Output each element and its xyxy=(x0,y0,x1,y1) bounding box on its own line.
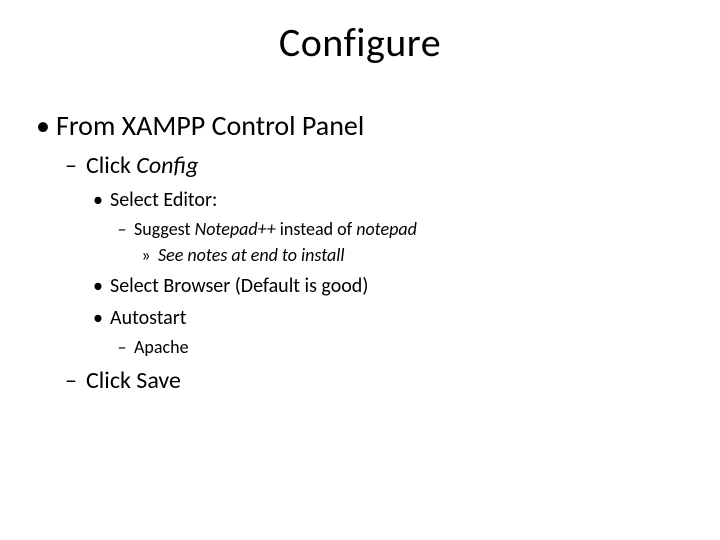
text-emphasis: Config xyxy=(136,151,198,180)
bullet-lvl3: • Select Browser (Default is good) xyxy=(30,274,690,298)
text: Apache xyxy=(134,336,189,358)
text-part: instead of xyxy=(280,218,356,240)
dash-icon: – xyxy=(110,218,134,240)
text: From XAMPP Control Panel xyxy=(56,108,364,143)
dash-icon: – xyxy=(56,366,86,395)
bullet-lvl2: – Click Config xyxy=(30,151,690,180)
bullet-lvl4: – Apache xyxy=(30,336,690,358)
text-emphasis: Notepad++ xyxy=(195,218,280,240)
text: Suggest Notepad++ instead of notepad xyxy=(134,218,417,240)
bullet-lvl3: • Autostart xyxy=(30,306,690,330)
text-emphasis: See notes at end to install xyxy=(158,244,345,266)
dash-icon: – xyxy=(110,336,134,358)
bullet-lvl2: – Click Save xyxy=(30,366,690,395)
text-emphasis: notepad xyxy=(356,218,417,240)
disc-icon: • xyxy=(86,274,110,298)
disc-icon: • xyxy=(30,108,56,143)
text: Click Config xyxy=(86,151,199,180)
slide-title: Configure xyxy=(0,18,720,67)
text: Click Save xyxy=(86,366,181,395)
dash-icon: – xyxy=(56,151,86,180)
text-part: Click xyxy=(86,151,136,180)
text-part: Suggest xyxy=(134,218,195,240)
bullet-lvl5: » See notes at end to install xyxy=(30,244,690,266)
text: Select Editor: xyxy=(110,188,217,212)
bullet-lvl4: – Suggest Notepad++ instead of notepad xyxy=(30,218,690,240)
disc-icon: • xyxy=(86,306,110,330)
slide: Configure • From XAMPP Control Panel – C… xyxy=(0,0,720,540)
bullet-lvl3: • Select Editor: xyxy=(30,188,690,212)
bullet-lvl1: • From XAMPP Control Panel xyxy=(30,108,690,143)
text: Select Browser (Default is good) xyxy=(110,274,368,298)
slide-body: • From XAMPP Control Panel – Click Confi… xyxy=(30,102,690,395)
text: Autostart xyxy=(110,306,186,330)
disc-icon: • xyxy=(86,188,110,212)
raquo-icon: » xyxy=(134,244,158,266)
